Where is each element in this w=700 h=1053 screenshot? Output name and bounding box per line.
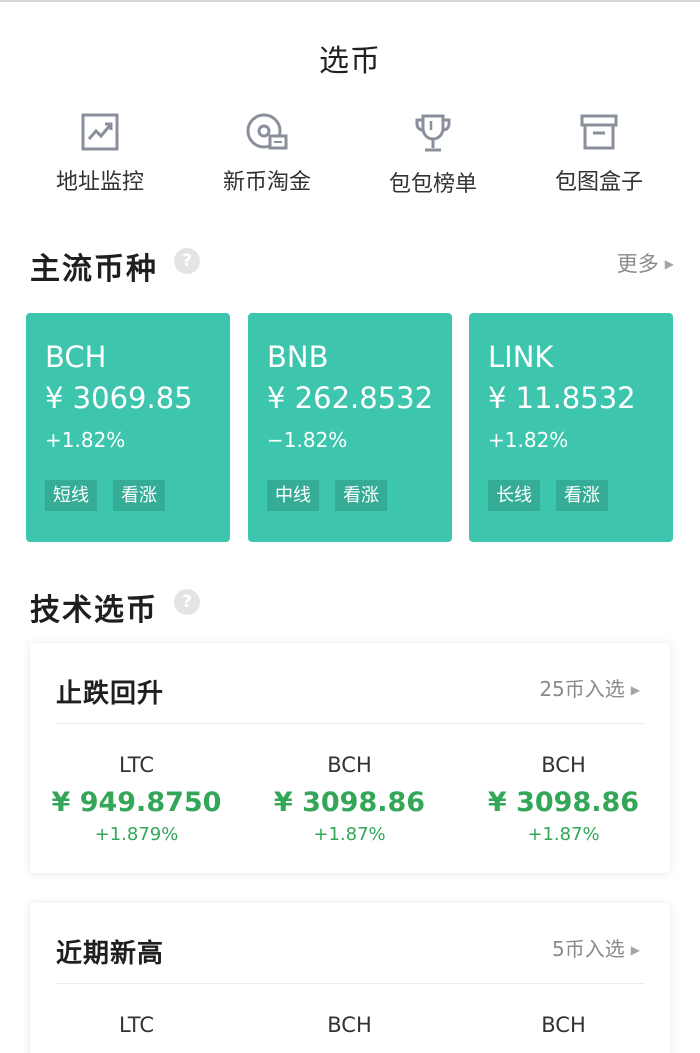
count-label: 5币入选 <box>552 937 625 961</box>
count-label: 25币入选 <box>539 677 625 701</box>
term-tag: 长线 <box>488 480 540 511</box>
tech-section-title: 近期新高 <box>56 939 165 969</box>
tech-coin-price: ¥ 949.8750 <box>51 787 222 818</box>
tech-coin-item[interactable]: BCH <box>243 1013 456 1037</box>
trend-tag: 看涨 <box>113 480 165 511</box>
coin-price: ¥ 262.8532 <box>267 381 434 415</box>
box-icon <box>580 114 618 150</box>
term-tag: 中线 <box>267 480 319 511</box>
quick-nav-label: 地址监控 <box>55 170 144 195</box>
tech-coin-name: BCH <box>541 753 586 777</box>
trend-tag: 看涨 <box>335 480 387 511</box>
tech-coin-name: BCH <box>541 1013 586 1037</box>
page-title: 选币 <box>319 44 381 79</box>
coin-price: ¥ 11.8532 <box>488 381 636 415</box>
chevron-right-icon: ▶ <box>630 683 640 697</box>
term-tag: 短线 <box>45 480 97 511</box>
quick-nav-new-coin[interactable]: 新币淘金 <box>192 112 342 196</box>
coin-card[interactable]: BNB ¥ 262.8532 −1.82% 中线 看涨 <box>248 313 452 542</box>
tech-coin-item[interactable]: BCH <box>457 1013 670 1037</box>
tech-coin-change: +1.87% <box>527 824 600 845</box>
divider <box>56 983 644 984</box>
more-link[interactable]: 更多 ▶ <box>617 248 674 278</box>
tech-section-count[interactable]: 5币入选 ▶ <box>552 933 640 962</box>
tech-coin-item[interactable]: BCH ¥ 3098.86 +1.87% <box>457 753 670 845</box>
tech-coin-item[interactable]: BCH ¥ 3098.86 +1.87% <box>243 753 456 845</box>
coin-change: +1.82% <box>45 428 126 452</box>
coin-card[interactable]: LINK ¥ 11.8532 +1.82% 长线 看涨 <box>469 313 673 542</box>
tech-coin-item[interactable]: LTC <box>30 1013 243 1037</box>
chevron-right-icon: ▶ <box>664 257 674 271</box>
coin-change: −1.82% <box>267 428 348 452</box>
page: 选币 地址监控 新币淘金 包包榜单 包图盒子 主流币种 ? 更多 ▶ BCH ¥… <box>0 0 700 1053</box>
quick-nav-address-monitor[interactable]: 地址监控 <box>25 112 175 196</box>
tech-coin-change: +1.87% <box>313 824 386 845</box>
quick-nav-ranking[interactable]: 包包榜单 <box>358 112 508 198</box>
chart-trend-icon <box>81 113 119 151</box>
coin-price: ¥ 3069.85 <box>45 381 193 415</box>
trend-tag: 看涨 <box>556 480 608 511</box>
mainstream-title: 主流币种 <box>30 252 158 287</box>
tech-title: 技术选币 <box>30 593 158 628</box>
quick-nav: 地址监控 新币淘金 包包榜单 包图盒子 <box>0 112 700 202</box>
trophy-icon <box>415 114 451 152</box>
tech-coin-name: LTC <box>118 1013 155 1037</box>
coin-name: BNB <box>267 340 329 374</box>
coin-change: +1.82% <box>488 428 569 452</box>
tech-coin-item[interactable]: LTC ¥ 949.8750 +1.879% <box>30 753 243 845</box>
tech-coin-name: LTC <box>118 753 155 777</box>
quick-nav-label: 包包榜单 <box>388 172 477 197</box>
coin-card[interactable]: BCH ¥ 3069.85 +1.82% 短线 看涨 <box>26 313 230 542</box>
tech-coin-price: ¥ 3098.86 <box>273 787 426 818</box>
tech-coin-change: +1.879% <box>94 824 179 845</box>
help-icon[interactable]: ? <box>174 589 200 615</box>
tech-section-count[interactable]: 25币入选 ▶ <box>539 673 640 702</box>
quick-nav-label: 新币淘金 <box>222 170 311 195</box>
chevron-right-icon: ▶ <box>630 943 640 957</box>
more-label: 更多 <box>616 252 659 276</box>
coin-name: BCH <box>45 340 107 374</box>
tech-section-card: 止跌回升 25币入选 ▶ LTC ¥ 949.8750 +1.879% BCH ¥… <box>30 643 670 873</box>
tech-coin-name: BCH <box>327 753 372 777</box>
top-divider <box>0 0 700 2</box>
tech-coin-price: ¥ 3098.86 <box>487 787 640 818</box>
help-icon[interactable]: ? <box>174 248 200 274</box>
coin-name: LINK <box>488 340 554 374</box>
tech-section-title: 止跌回升 <box>56 679 165 709</box>
tech-section-card: 近期新高 5币入选 ▶ LTC BCH BCH <box>30 903 670 1053</box>
coin-search-icon <box>246 113 288 150</box>
quick-nav-label: 包图盒子 <box>554 170 643 195</box>
tech-coin-name: BCH <box>327 1013 372 1037</box>
quick-nav-box[interactable]: 包图盒子 <box>524 112 674 196</box>
divider <box>56 723 644 724</box>
